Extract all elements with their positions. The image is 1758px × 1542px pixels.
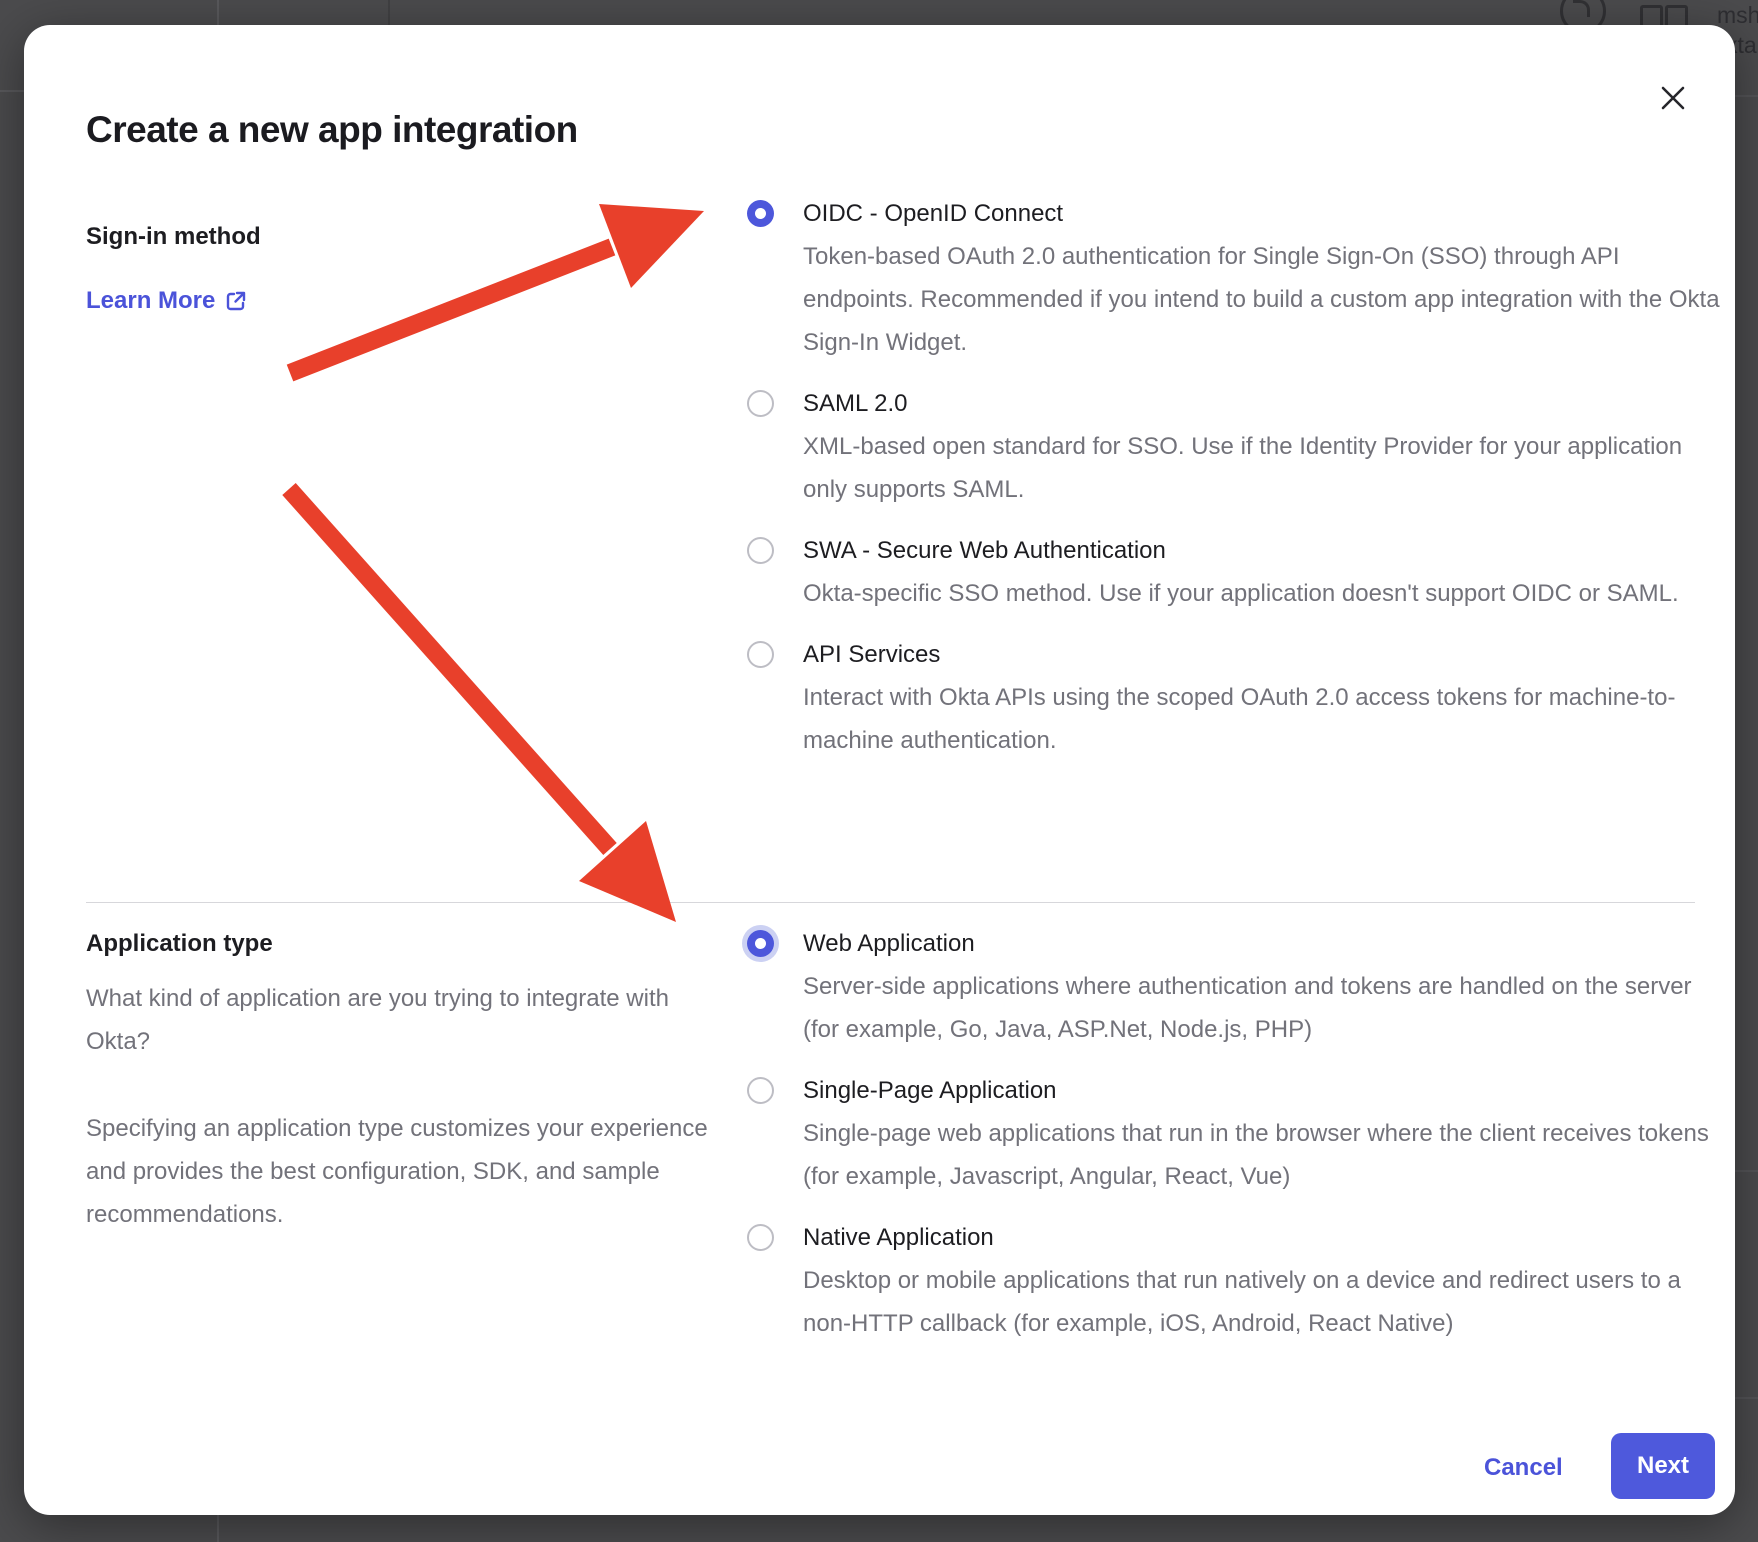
radio-button-swa-secure-web-authentication[interactable]: [747, 537, 774, 564]
radio-option-description: Desktop or mobile applications that run …: [803, 1259, 1725, 1345]
radio-button-native-application[interactable]: [747, 1224, 774, 1251]
section-divider: [86, 902, 1695, 903]
application-type-radiogroup: Web Application Server-side applications…: [747, 922, 1725, 1363]
radio-button-oidc-openid-connect[interactable]: [747, 200, 774, 227]
radio-option-label[interactable]: API Services: [803, 633, 1725, 676]
radio-option-web-application: Web Application Server-side applications…: [747, 922, 1725, 1051]
external-link-icon: [225, 290, 247, 312]
account-name-line1: msh: [1717, 2, 1758, 29]
bg-card-bottom: [0, 90, 24, 92]
learn-more-link[interactable]: Learn More: [86, 279, 247, 322]
radio-option-label[interactable]: Web Application: [803, 922, 1725, 965]
bg-panel-edge: [217, 0, 219, 27]
radio-button-saml-2-0[interactable]: [747, 390, 774, 417]
radio-option-swa-secure-web-authentication: SWA - Secure Web Authentication Okta-spe…: [747, 529, 1725, 615]
radio-button-api-services[interactable]: [747, 641, 774, 668]
radio-option-label[interactable]: SAML 2.0: [803, 382, 1725, 425]
bg-right-line-1: [1735, 95, 1758, 97]
radio-option-label[interactable]: SWA - Secure Web Authentication: [803, 529, 1679, 572]
next-button[interactable]: Next: [1611, 1433, 1715, 1499]
radio-option-native-application: Native Application Desktop or mobile app…: [747, 1216, 1725, 1345]
application-type-intro-1: What kind of application are you trying …: [86, 977, 738, 1063]
application-type-intro-2: Specifying an application type customize…: [86, 1107, 738, 1236]
radio-button-web-application[interactable]: [747, 930, 774, 957]
radio-option-description: Token-based OAuth 2.0 authentication for…: [803, 235, 1725, 364]
dialog-title: Create a new app integration: [86, 109, 578, 151]
bg-panel-edge-bottom: [217, 1515, 219, 1542]
radio-option-description: Server-side applications where authentic…: [803, 965, 1725, 1051]
radio-button-single-page-application[interactable]: [747, 1077, 774, 1104]
radio-option-description: Interact with Okta APIs using the scoped…: [803, 676, 1725, 762]
radio-option-oidc-openid-connect: OIDC - OpenID Connect Token-based OAuth …: [747, 192, 1725, 364]
radio-option-description: Single-page web applications that run in…: [803, 1112, 1725, 1198]
bg-card-edge: [388, 0, 390, 27]
radio-option-label[interactable]: Native Application: [803, 1216, 1725, 1259]
close-icon[interactable]: [1655, 80, 1691, 116]
application-type-heading: Application type: [86, 922, 738, 965]
radio-option-api-services: API Services Interact with Okta APIs usi…: [747, 633, 1725, 762]
radio-option-single-page-application: Single-Page Application Single-page web …: [747, 1069, 1725, 1198]
bg-right-line-2: [1735, 1170, 1758, 1172]
radio-option-label[interactable]: OIDC - OpenID Connect: [803, 192, 1725, 235]
radio-option-saml-2-0: SAML 2.0 XML-based open standard for SSO…: [747, 382, 1725, 511]
signin-method-radiogroup: OIDC - OpenID Connect Token-based OAuth …: [747, 192, 1725, 780]
radio-option-label[interactable]: Single-Page Application: [803, 1069, 1725, 1112]
radio-option-description: XML-based open standard for SSO. Use if …: [803, 425, 1725, 511]
screen: msh kta Create a new app integration Sig…: [0, 0, 1758, 1542]
cancel-button[interactable]: Cancel: [1484, 1446, 1563, 1489]
radio-option-description: Okta-specific SSO method. Use if your ap…: [803, 572, 1679, 615]
bg-right-line-3: [1735, 1397, 1758, 1399]
create-app-integration-dialog: Create a new app integration Sign-in met…: [24, 25, 1735, 1515]
signin-method-heading: Sign-in method: [86, 215, 738, 258]
